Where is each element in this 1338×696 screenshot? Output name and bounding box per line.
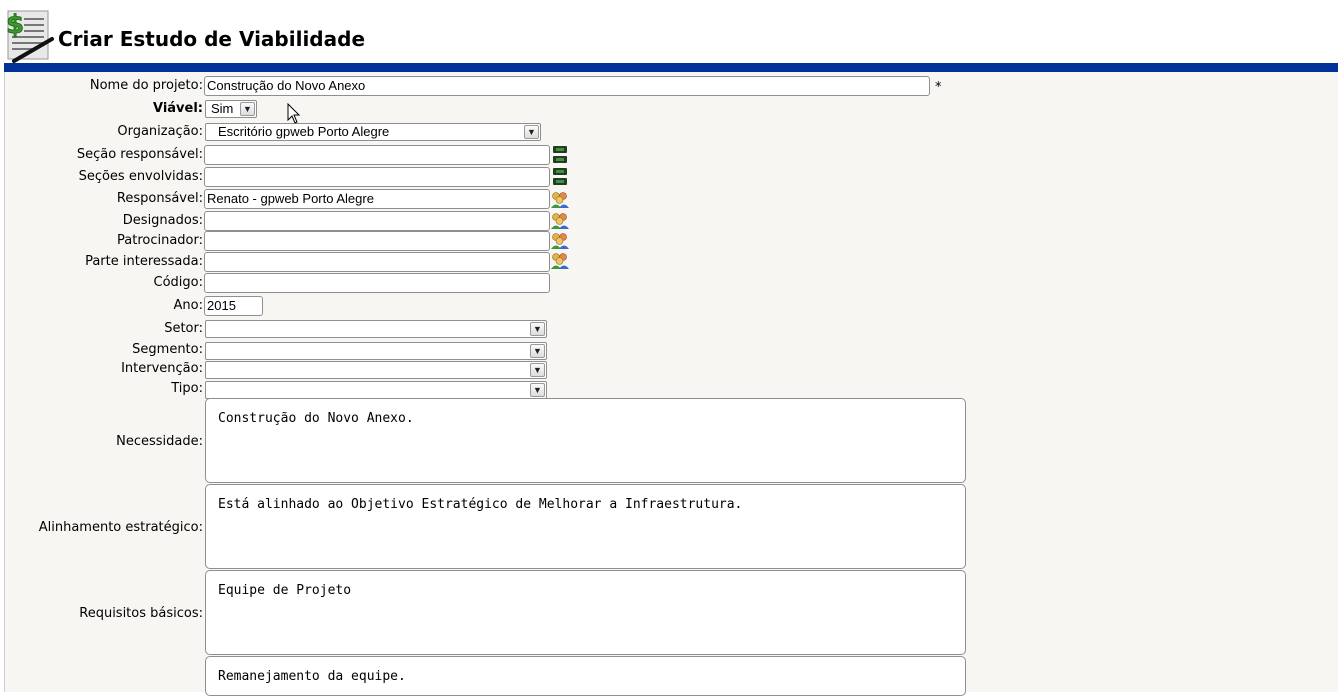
chevron-down-icon: ▼ [530, 322, 545, 336]
code-label: Código: [153, 275, 203, 290]
users-picker-icon[interactable] [550, 191, 570, 209]
viable-select-value: Sim [211, 101, 234, 116]
page-title: Criar Estudo de Viabilidade [58, 27, 366, 51]
organization-select-value: Escritório gpweb Porto Alegre [218, 124, 390, 139]
users-picker-icon[interactable] [550, 212, 570, 230]
sector-label: Setor: [164, 321, 203, 336]
chevron-down-icon: ▼ [524, 125, 539, 139]
involved-sections-input[interactable] [204, 167, 550, 187]
responsible-section-label: Seção responsável: [76, 147, 203, 162]
strategic-alignment-label: Alinhamento estratégico: [38, 520, 203, 535]
assignees-input[interactable] [204, 211, 550, 231]
chevron-down-icon: ▼ [530, 383, 545, 397]
assignees-label: Designados: [122, 213, 203, 228]
sponsor-label: Patrocinador: [117, 233, 203, 248]
year-input[interactable]: 2015 [204, 296, 263, 316]
users-picker-icon[interactable] [550, 232, 570, 250]
organization-label: Organização: [117, 124, 203, 139]
organization-select[interactable]: Escritório gpweb Porto Alegre ▼ [205, 123, 541, 141]
segment-label: Segmento: [132, 342, 203, 357]
project-name-input[interactable]: Construção do Novo Anexo [204, 76, 930, 96]
chevron-down-icon: ▼ [530, 363, 545, 377]
required-marker: * [935, 80, 942, 95]
responsible-label: Responsável: [116, 191, 203, 206]
intervention-label: Intervenção: [121, 361, 203, 376]
type-select[interactable]: ▼ [205, 381, 547, 399]
involved-sections-label: Seções envolvidas: [78, 169, 203, 184]
viable-label: Viável: [152, 101, 203, 116]
basic-requirements-textarea[interactable]: Equipe de Projeto [205, 570, 966, 655]
chevron-down-icon: ▼ [240, 102, 255, 116]
department-picker-icon[interactable] [552, 145, 568, 165]
chevron-down-icon: ▼ [530, 344, 545, 358]
project-name-label: Nome do projeto: [89, 78, 203, 93]
basic-requirements-label: Requisitos básicos: [79, 606, 203, 621]
need-label: Necessidade: [116, 434, 203, 449]
mouse-cursor-icon [287, 103, 301, 124]
page-header: $ Criar Estudo de Viabilidade [0, 0, 1338, 64]
segment-select[interactable]: ▼ [205, 342, 547, 360]
strategic-alignment-textarea[interactable]: Está alinhado ao Objetivo Estratégico de… [205, 484, 966, 569]
responsible-section-input[interactable] [204, 145, 550, 165]
responsible-input[interactable]: Renato - gpweb Porto Alegre [204, 189, 550, 209]
header-divider [4, 63, 1338, 72]
stakeholder-input[interactable] [204, 252, 550, 272]
feasibility-form: Nome do projeto: Construção do Novo Anex… [4, 72, 1338, 696]
next-textarea[interactable]: Remanejamento da equipe. [205, 656, 966, 696]
department-picker-icon[interactable] [552, 167, 568, 187]
users-picker-icon[interactable] [550, 252, 570, 270]
sponsor-input[interactable] [204, 231, 550, 251]
need-textarea[interactable]: Construção do Novo Anexo. [205, 398, 966, 483]
svg-text:$: $ [6, 10, 24, 40]
intervention-select[interactable]: ▼ [205, 361, 547, 379]
type-label: Tipo: [171, 381, 203, 396]
dollar-document-icon: $ [6, 10, 54, 63]
viable-select[interactable]: Sim ▼ [205, 100, 257, 118]
sector-select[interactable]: ▼ [205, 320, 547, 338]
stakeholder-label: Parte interessada: [85, 254, 203, 269]
year-label: Ano: [173, 298, 203, 313]
code-input[interactable] [204, 273, 550, 293]
